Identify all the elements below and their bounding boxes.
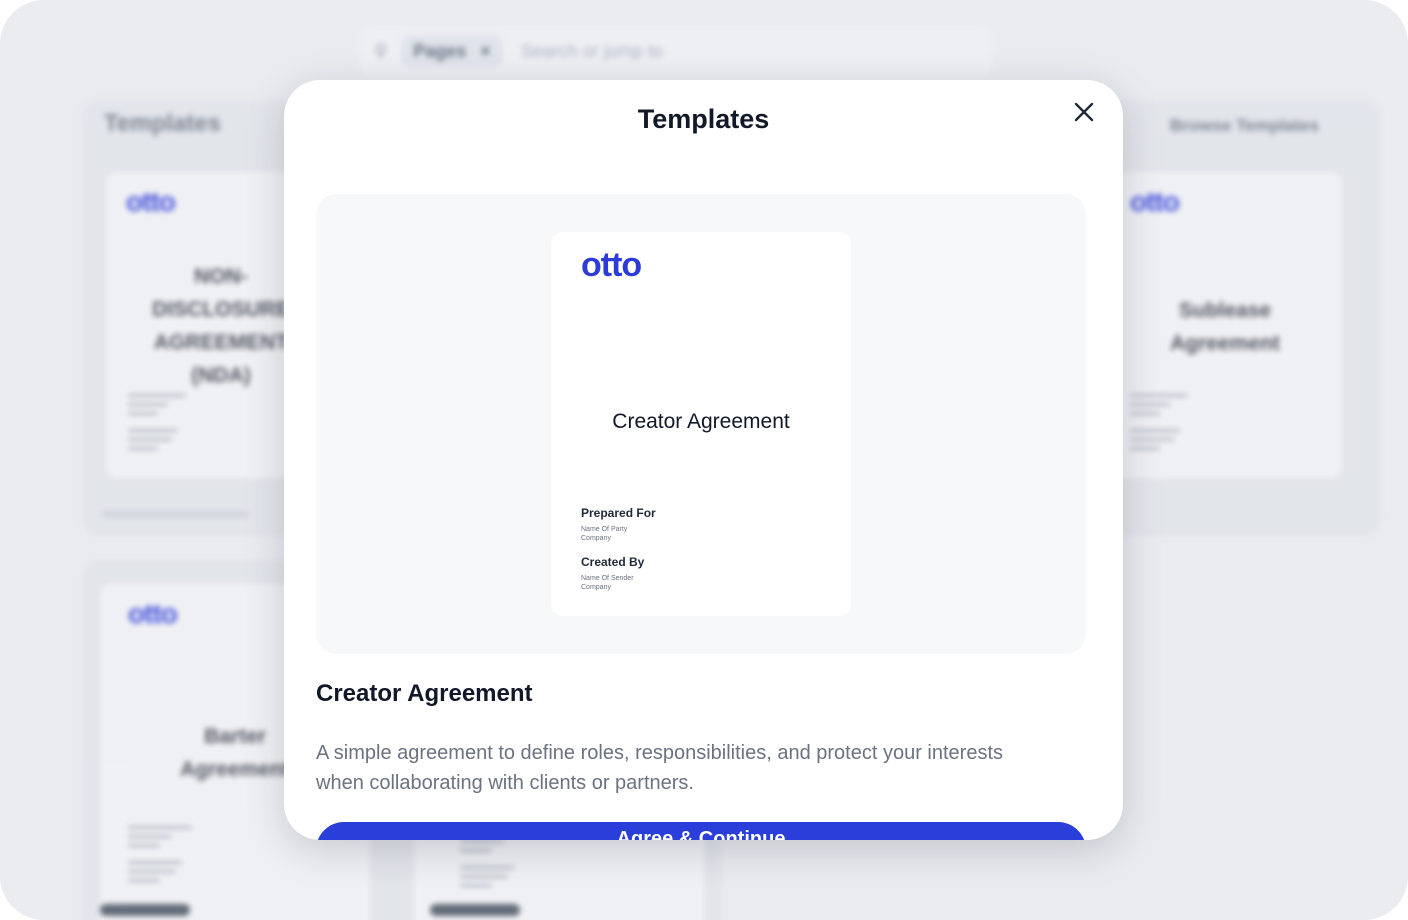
card-tag (100, 904, 190, 916)
otto-logo: otto (128, 598, 178, 629)
prepared-for-company: Company (581, 535, 611, 542)
close-icon (1074, 102, 1094, 122)
card-meta (128, 826, 198, 888)
card-meta (128, 394, 188, 456)
card-meta (1130, 394, 1190, 456)
card-title: NON-DISCLOSURE AGREEMENT (NDA) (152, 265, 290, 387)
agree-continue-button[interactable]: Agree & Continue (316, 822, 1086, 840)
prepared-for-label: Prepared For (581, 506, 656, 520)
document-preview: otto Creator Agreement Prepared For Name… (551, 232, 851, 616)
template-card[interactable]: otto Sublease Agreement (1110, 172, 1342, 478)
otto-logo: otto (1130, 186, 1180, 217)
search-bar[interactable]: ⚲ Pages × Search or jump to (360, 26, 992, 76)
scroll-indicator (102, 512, 248, 516)
browse-templates-link[interactable]: Browse Templates (1170, 116, 1319, 136)
template-preview: otto Creator Agreement Prepared For Name… (316, 194, 1086, 654)
document-title: Creator Agreement (612, 410, 790, 433)
scope-chip-label: Pages (413, 40, 467, 61)
modal-title: Templates (637, 104, 770, 134)
scope-chip[interactable]: Pages × (401, 35, 503, 67)
chip-close-icon[interactable]: × (480, 41, 491, 62)
search-input[interactable]: Search or jump to (521, 41, 663, 62)
otto-logo: otto (126, 186, 176, 217)
close-button[interactable] (1068, 96, 1100, 128)
created-by-company: Company (581, 584, 611, 591)
created-by-label: Created By (581, 555, 645, 569)
templates-modal: Templates otto Creator Agreement Prepare… (284, 80, 1123, 840)
card-title: Sublease Agreement (1170, 299, 1280, 355)
template-name: Creator Agreement (316, 680, 533, 707)
otto-logo: otto (581, 246, 642, 284)
search-icon: ⚲ (374, 40, 388, 61)
app-frame: ⚲ Pages × Search or jump to Templates Br… (0, 0, 1408, 920)
section-title: Templates (104, 110, 221, 137)
card-meta (460, 840, 530, 893)
card-tag (430, 904, 520, 916)
template-description: A simple agreement to define roles, resp… (316, 742, 1004, 794)
